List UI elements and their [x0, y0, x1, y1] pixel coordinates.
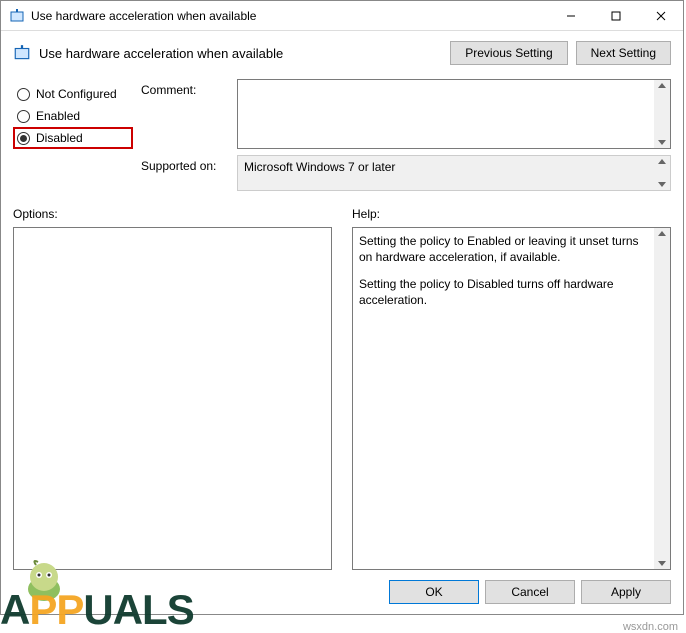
comment-row: Comment:: [141, 79, 671, 149]
radio-label: Not Configured: [36, 87, 117, 101]
radio-not-configured[interactable]: Not Configured: [13, 83, 133, 105]
brand-watermark: APPUALS: [0, 589, 194, 631]
ok-button[interactable]: OK: [389, 580, 479, 604]
help-column: Help: Setting the policy to Enabled or l…: [352, 201, 671, 570]
options-label: Options:: [13, 201, 332, 227]
help-paragraph: Setting the policy to Disabled turns off…: [359, 277, 648, 308]
source-url: wsxdn.com: [623, 621, 678, 633]
comment-label: Comment:: [141, 79, 231, 97]
radio-icon: [17, 88, 30, 101]
brand-text: A: [0, 586, 29, 633]
titlebar: Use hardware acceleration when available: [1, 1, 683, 31]
help-label: Help:: [352, 201, 671, 227]
supported-on-value: Microsoft Windows 7 or later: [244, 160, 395, 174]
options-box[interactable]: [13, 227, 332, 570]
radio-label: Disabled: [36, 131, 83, 145]
comment-textarea[interactable]: [237, 79, 671, 149]
scroll-down-icon: [658, 561, 666, 566]
radio-label: Enabled: [36, 109, 80, 123]
next-setting-button[interactable]: Next Setting: [576, 41, 671, 65]
radio-enabled[interactable]: Enabled: [13, 105, 133, 127]
scroll-down-icon: [658, 140, 666, 145]
state-radio-group: Not Configured Enabled Disabled: [13, 79, 133, 191]
supported-row: Supported on: Microsoft Windows 7 or lat…: [141, 155, 671, 191]
cancel-button[interactable]: Cancel: [485, 580, 575, 604]
radio-disabled[interactable]: Disabled: [13, 127, 133, 149]
previous-setting-button[interactable]: Previous Setting: [450, 41, 567, 65]
brand-text: UALS: [83, 586, 193, 633]
scrollbar[interactable]: [654, 156, 670, 190]
window-controls: [548, 1, 683, 30]
brand-text: PP: [29, 586, 83, 633]
minimize-button[interactable]: [548, 1, 593, 30]
scroll-up-icon: [658, 83, 666, 88]
policy-icon: [13, 44, 31, 62]
window-title: Use hardware acceleration when available: [31, 9, 548, 23]
supported-label: Supported on:: [141, 155, 231, 173]
form-column: Comment: Supported on: Microsoft Windows…: [141, 79, 671, 191]
nav-buttons: Previous Setting Next Setting: [450, 41, 671, 65]
lower-section: Options: Help: Setting the policy to Ena…: [1, 201, 683, 570]
maximize-button[interactable]: [593, 1, 638, 30]
radio-icon: [17, 110, 30, 123]
supported-on-box: Microsoft Windows 7 or later: [237, 155, 671, 191]
scroll-up-icon: [658, 159, 666, 164]
policy-window-icon: [9, 8, 25, 24]
close-button[interactable]: [638, 1, 683, 30]
apply-button[interactable]: Apply: [581, 580, 671, 604]
header-row: Use hardware acceleration when available…: [1, 31, 683, 79]
scrollbar[interactable]: [654, 80, 670, 148]
policy-title: Use hardware acceleration when available: [39, 46, 442, 61]
scroll-down-icon: [658, 182, 666, 187]
help-paragraph: Setting the policy to Enabled or leaving…: [359, 234, 648, 265]
scroll-up-icon: [658, 231, 666, 236]
scrollbar[interactable]: [654, 228, 670, 569]
options-column: Options:: [13, 201, 332, 570]
policy-editor-window: Use hardware acceleration when available…: [0, 0, 684, 615]
state-and-form: Not Configured Enabled Disabled Comment:: [1, 79, 683, 201]
help-box: Setting the policy to Enabled or leaving…: [352, 227, 671, 570]
radio-icon: [17, 132, 30, 145]
